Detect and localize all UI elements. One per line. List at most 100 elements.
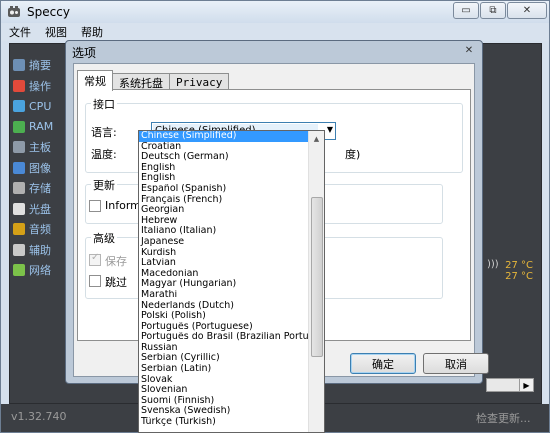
scroll-right-icon[interactable]: ▶ — [519, 379, 533, 391]
skip-checkbox-label: 跳过 — [105, 276, 127, 289]
language-option[interactable]: Português (Portuguese) — [139, 322, 309, 333]
sidebar-item[interactable]: RAM — [13, 117, 63, 138]
language-option[interactable]: Japanese — [139, 237, 309, 248]
sidebar-item-label: 摘要 — [29, 59, 51, 73]
temperature-unit-text: 度) — [345, 148, 361, 161]
language-label: 语言: — [91, 126, 117, 139]
hard-drive-icon — [13, 182, 25, 195]
sidebar-item[interactable]: 摘要 — [13, 55, 63, 76]
sidebar-item-label: RAM — [29, 120, 54, 134]
menu-view[interactable]: 视图 — [45, 24, 67, 40]
language-option[interactable]: Polski (Polish) — [139, 311, 309, 322]
advanced-group-label: 高级 — [91, 230, 117, 246]
language-option[interactable]: Slovak — [139, 375, 309, 386]
sidebar-item[interactable]: 存储 — [13, 178, 63, 199]
language-dropdown-list[interactable]: Chinese (Simplified) Croatian Deutsch (Ger… — [138, 130, 325, 433]
sidebar-item-label: 音频 — [29, 223, 51, 237]
language-option[interactable]: Serbian (Cyrillic) — [139, 353, 309, 364]
language-option[interactable]: Latvian — [139, 258, 309, 269]
language-option[interactable]: Croatian — [139, 142, 309, 153]
sidebar-item-label: 辅助 — [29, 243, 51, 257]
language-option[interactable]: Magyar (Hungarian) — [139, 279, 309, 290]
tab-strip: 常规 系统托盘 Privacy — [77, 70, 230, 91]
scroll-up-icon[interactable]: ▲ — [309, 131, 324, 146]
language-option[interactable]: Deutsch (German) — [139, 152, 309, 163]
language-option[interactable]: Serbian (Latin) — [139, 364, 309, 375]
inform-checkbox[interactable] — [89, 200, 101, 212]
save-checkbox-label: 保存 — [105, 255, 127, 268]
sidebar-item-label: 网络 — [29, 264, 51, 278]
window-controls: ▭ ⧉ ✕ — [453, 2, 547, 19]
language-option[interactable]: Svenska (Swedish) — [139, 406, 309, 417]
skip-checkbox[interactable] — [89, 275, 101, 287]
language-option[interactable]: English — [139, 173, 309, 184]
sidebar-item[interactable]: 图像 — [13, 158, 63, 179]
language-option[interactable]: Macedonian — [139, 269, 309, 280]
sidebar-item-label: 存储 — [29, 182, 51, 196]
optical-disc-icon — [13, 202, 25, 215]
sidebar-item[interactable]: 光盘 — [13, 199, 63, 220]
sidebar-item-label: 主板 — [29, 141, 51, 155]
language-option[interactable]: Slovenian — [139, 385, 309, 396]
sidebar-item-label: 图像 — [29, 161, 51, 175]
vertical-scrollbar[interactable]: ▲ — [308, 131, 324, 432]
speaker-icon — [13, 223, 25, 236]
ram-icon — [13, 120, 25, 133]
temperature-readout: 27 °C — [505, 260, 533, 271]
sidebar-item[interactable]: CPU — [13, 96, 63, 117]
sidebar-item[interactable]: 网络 — [13, 260, 63, 281]
inform-checkbox-label: Inform — [105, 199, 141, 212]
language-option[interactable]: Suomi (Finnish) — [139, 396, 309, 407]
horizontal-scrollbar[interactable]: ▶ — [486, 378, 534, 392]
sidebar-item-label: 光盘 — [29, 202, 51, 216]
ok-button[interactable]: 确定 — [350, 353, 416, 374]
sidebar-item-label: CPU — [29, 99, 52, 113]
cpu-icon — [13, 100, 25, 113]
chevron-down-icon[interactable]: ▼ — [327, 125, 333, 134]
dialog-title: 选项 — [72, 46, 97, 60]
language-options: Chinese (Simplified) Croatian Deutsch (Ger… — [139, 131, 309, 428]
language-option[interactable]: Chinese (Simplified) — [139, 131, 309, 142]
speccy-app-icon — [8, 6, 20, 17]
check-update-link[interactable]: 检查更新... — [476, 410, 531, 426]
scrollbar-thumb[interactable] — [311, 197, 323, 357]
signal-icon: ))) — [487, 259, 499, 270]
sidebar-item[interactable]: 操作 — [13, 76, 63, 97]
language-option[interactable]: Kurdish — [139, 248, 309, 259]
language-option[interactable]: Georgian — [139, 205, 309, 216]
menu-bar: 文件 视图 帮助 — [1, 23, 549, 41]
close-button[interactable]: ✕ — [507, 2, 547, 19]
window-title: Speccy — [27, 5, 70, 19]
title-bar[interactable]: Speccy ▭ ⧉ ✕ — [1, 1, 549, 23]
summary-icon — [13, 59, 25, 72]
language-option[interactable]: Nederlands (Dutch) — [139, 301, 309, 312]
tab-general[interactable]: 常规 — [77, 70, 113, 91]
language-option[interactable]: Russian — [139, 343, 309, 354]
monitor-icon — [13, 161, 25, 174]
mouse-icon — [13, 243, 25, 256]
language-option[interactable]: Türkçe (Turkish) — [139, 417, 309, 428]
menu-file[interactable]: 文件 — [9, 24, 31, 40]
minimize-button[interactable]: ▭ — [453, 2, 479, 19]
network-icon — [13, 264, 25, 277]
language-option[interactable]: English — [139, 163, 309, 174]
sidebar-item[interactable]: 音频 — [13, 219, 63, 240]
language-option[interactable]: Marathi — [139, 290, 309, 301]
menu-help[interactable]: 帮助 — [81, 24, 103, 40]
save-checkbox[interactable] — [89, 252, 101, 266]
language-option[interactable]: Español (Spanish) — [139, 184, 309, 195]
cancel-button[interactable]: 取消 — [423, 353, 489, 374]
temperature-readout: 27 °C — [505, 271, 533, 282]
language-option[interactable]: Hebrew — [139, 216, 309, 227]
windows-logo-icon — [13, 79, 25, 92]
language-option[interactable]: Italiano (Italian) — [139, 226, 309, 237]
dialog-close-icon[interactable]: ✕ — [460, 43, 478, 57]
restore-button[interactable]: ⧉ — [480, 2, 506, 19]
version-label: v1.32.740 — [11, 410, 67, 423]
sidebar-item-label: 操作 — [29, 79, 51, 93]
interface-group-label: 接口 — [91, 96, 117, 112]
sidebar-item[interactable]: 主板 — [13, 137, 63, 158]
sidebar-item[interactable]: 辅助 — [13, 240, 63, 261]
language-option[interactable]: Français (French) — [139, 195, 309, 206]
language-option[interactable]: Português do Brasil (Brazilian Portugues… — [139, 332, 309, 343]
